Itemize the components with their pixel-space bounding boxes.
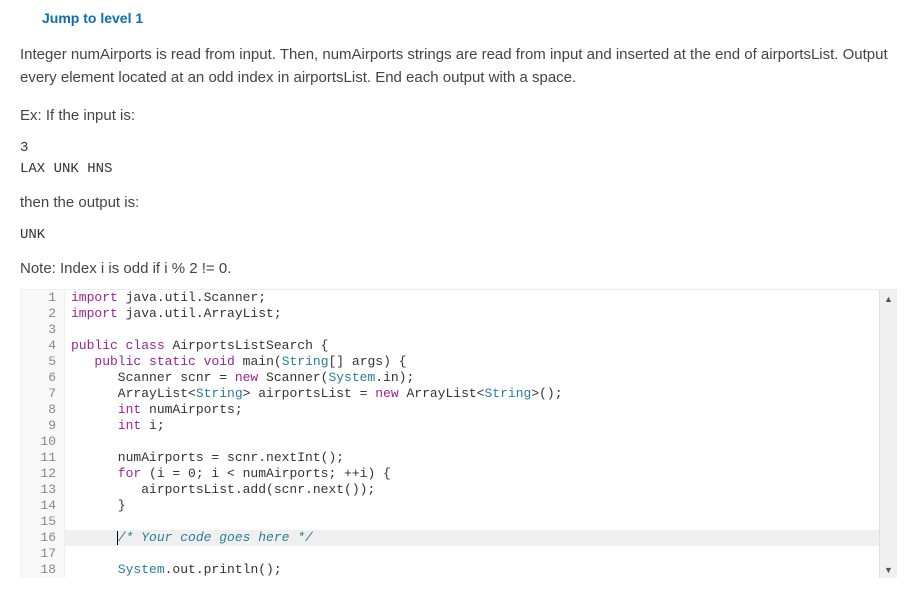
code-editor[interactable]: 1import java.util.Scanner;2import java.u… xyxy=(20,289,897,578)
line-number: 4 xyxy=(21,338,65,354)
example-output-block: UNK xyxy=(20,225,897,246)
code-viewport[interactable]: 1import java.util.Scanner;2import java.u… xyxy=(21,290,896,578)
code-content[interactable]: Scanner scnr = new Scanner(System.in); xyxy=(65,370,896,386)
code-line[interactable]: 15 xyxy=(21,514,896,530)
example-input-label: Ex: If the input is: xyxy=(20,107,897,124)
code-content[interactable] xyxy=(65,514,896,530)
code-line[interactable]: 9 int i; xyxy=(21,418,896,434)
line-number: 2 xyxy=(21,306,65,322)
code-content[interactable]: /* Your code goes here */ xyxy=(65,530,896,546)
line-number: 5 xyxy=(21,354,65,370)
code-line[interactable]: 18 System.out.println(); xyxy=(21,562,896,578)
code-content[interactable] xyxy=(65,546,896,562)
code-line[interactable]: 3 xyxy=(21,322,896,338)
code-line[interactable]: 2import java.util.ArrayList; xyxy=(21,306,896,322)
line-number: 13 xyxy=(21,482,65,498)
code-line[interactable]: 17 xyxy=(21,546,896,562)
code-content[interactable]: airportsList.add(scnr.next()); xyxy=(65,482,896,498)
line-number: 12 xyxy=(21,466,65,482)
example-output-label: then the output is: xyxy=(20,194,897,211)
line-number: 15 xyxy=(21,514,65,530)
code-content[interactable]: for (i = 0; i < numAirports; ++i) { xyxy=(65,466,896,482)
example-input-block: 3 LAX UNK HNS xyxy=(20,138,897,180)
line-number: 11 xyxy=(21,450,65,466)
code-line[interactable]: 8 int numAirports; xyxy=(21,402,896,418)
line-number: 14 xyxy=(21,498,65,514)
line-number: 7 xyxy=(21,386,65,402)
line-number: 18 xyxy=(21,562,65,578)
code-line[interactable]: 6 Scanner scnr = new Scanner(System.in); xyxy=(21,370,896,386)
line-number: 3 xyxy=(21,322,65,338)
code-content[interactable]: import java.util.ArrayList; xyxy=(65,306,896,322)
code-content[interactable]: import java.util.Scanner; xyxy=(65,290,896,306)
line-number: 17 xyxy=(21,546,65,562)
code-content[interactable]: } xyxy=(65,498,896,514)
example-input-line: LAX UNK HNS xyxy=(20,159,897,180)
problem-description: Integer numAirports is read from input. … xyxy=(20,44,897,89)
code-line[interactable]: 4public class AirportsListSearch { xyxy=(21,338,896,354)
line-number: 1 xyxy=(21,290,65,306)
code-content[interactable]: int i; xyxy=(65,418,896,434)
code-content[interactable]: ArrayList<String> airportsList = new Arr… xyxy=(65,386,896,402)
code-content[interactable]: System.out.println(); xyxy=(65,562,896,578)
code-line[interactable]: 7 ArrayList<String> airportsList = new A… xyxy=(21,386,896,402)
code-line[interactable]: 12 for (i = 0; i < numAirports; ++i) { xyxy=(21,466,896,482)
example-input-line: 3 xyxy=(20,138,897,159)
line-number: 8 xyxy=(21,402,65,418)
line-number: 10 xyxy=(21,434,65,450)
code-line[interactable]: 5 public static void main(String[] args)… xyxy=(21,354,896,370)
scroll-up-arrow-icon[interactable]: ▲ xyxy=(880,290,897,307)
code-line[interactable]: 14 } xyxy=(21,498,896,514)
code-line[interactable]: 11 numAirports = scnr.nextInt(); xyxy=(21,450,896,466)
example-output-line: UNK xyxy=(20,225,897,246)
line-number: 6 xyxy=(21,370,65,386)
code-line[interactable]: 13 airportsList.add(scnr.next()); xyxy=(21,482,896,498)
line-number: 16 xyxy=(21,530,65,546)
code-line[interactable]: 1import java.util.Scanner; xyxy=(21,290,896,306)
code-content[interactable]: numAirports = scnr.nextInt(); xyxy=(65,450,896,466)
scroll-down-arrow-icon[interactable]: ▼ xyxy=(880,561,897,578)
code-content[interactable]: int numAirports; xyxy=(65,402,896,418)
problem-note: Note: Index i is odd if i % 2 != 0. xyxy=(20,260,897,277)
line-number: 9 xyxy=(21,418,65,434)
code-content[interactable]: public class AirportsListSearch { xyxy=(65,338,896,354)
scrollbar-track[interactable]: ▲ ▼ xyxy=(879,290,896,578)
code-line[interactable]: 16 /* Your code goes here */ xyxy=(21,530,896,546)
code-content[interactable] xyxy=(65,434,896,450)
code-content[interactable] xyxy=(65,322,896,338)
code-line[interactable]: 10 xyxy=(21,434,896,450)
code-content[interactable]: public static void main(String[] args) { xyxy=(65,354,896,370)
jump-to-level-link[interactable]: Jump to level 1 xyxy=(42,10,143,26)
